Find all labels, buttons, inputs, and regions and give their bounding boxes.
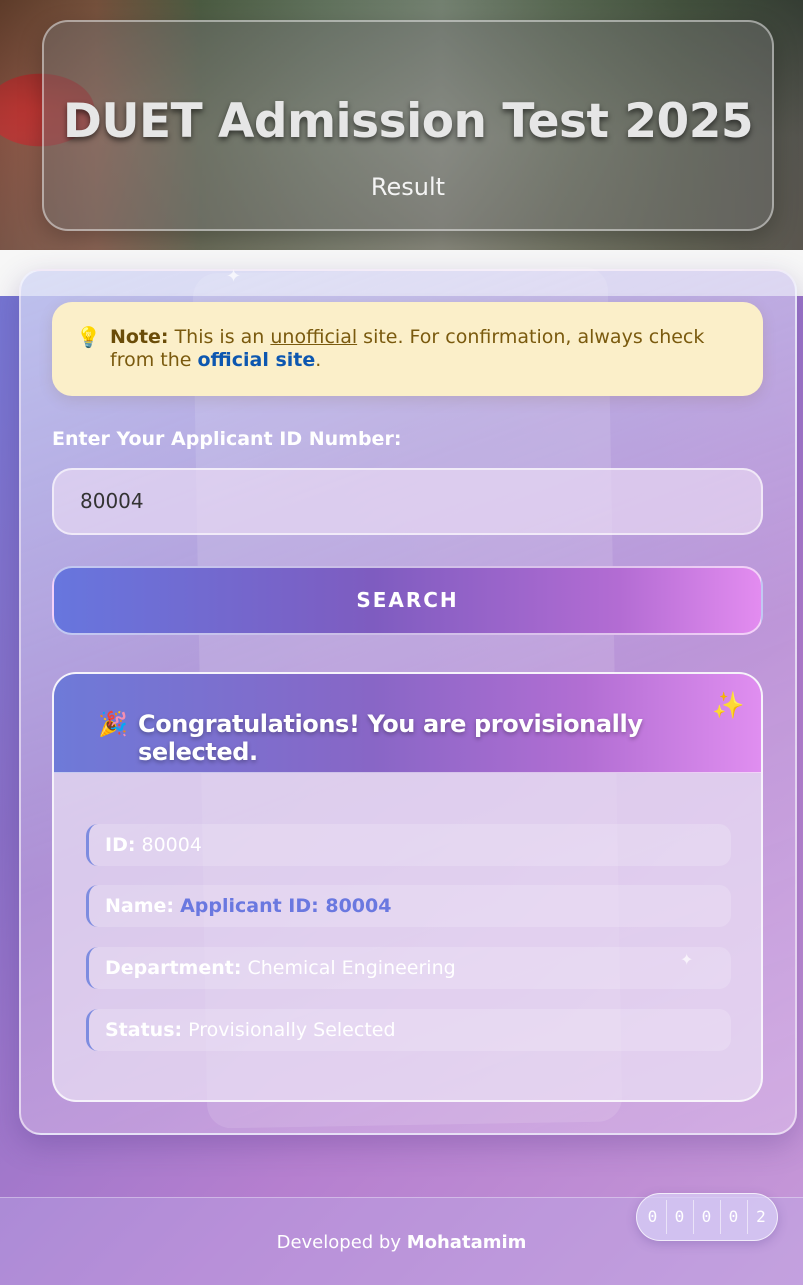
row-value: Provisionally Selected (188, 1019, 396, 1041)
note-text-end: . (315, 349, 322, 371)
counter-digit: 0 (667, 1200, 694, 1234)
visitor-counter: 0 0 0 0 2 (636, 1193, 778, 1241)
counter-digit: 0 (721, 1200, 748, 1234)
lightbulb-icon: 💡 (76, 325, 101, 349)
note-text-before: This is an (168, 326, 271, 348)
sparkles-icon: ✨ (712, 690, 745, 720)
sparkle-icon-small: ✦ (680, 952, 694, 969)
result-row-department: Department: Chemical Engineering (86, 947, 731, 989)
result-row-id: ID: 80004 (86, 824, 731, 866)
result-row-name: Name: Applicant ID: 80004 (86, 885, 731, 927)
official-site-link[interactable]: official site (197, 349, 315, 371)
result-title: Congratulations! You are provisionally s… (138, 710, 643, 766)
row-value: 80004 (141, 834, 202, 856)
counter-digit: 0 (640, 1200, 667, 1234)
counter-digit: 0 (694, 1200, 721, 1234)
party-popper-icon: 🎉 (98, 711, 128, 738)
row-key: ID: (105, 834, 136, 856)
row-value: Applicant ID: 80004 (180, 895, 392, 917)
page-subtitle: Result (370, 173, 446, 201)
unofficial-text: unofficial (270, 326, 358, 348)
note-label: Note: (110, 326, 169, 348)
result-header: 🎉 Congratulations! You are provisionally… (54, 674, 761, 773)
notice-box: 💡 Note: This is an unofficial site. For … (52, 302, 763, 396)
footer-prefix: Developed by (276, 1232, 407, 1253)
header-background-photo: DUET Admission Test 2025 Result (0, 0, 803, 250)
row-key: Status: (105, 1019, 183, 1041)
applicant-id-label: Enter Your Applicant ID Number: (52, 428, 402, 450)
page-title: DUET Admission Test 2025 (62, 94, 754, 149)
header-card: DUET Admission Test 2025 Result (42, 20, 774, 231)
row-value: Chemical Engineering (247, 957, 456, 979)
applicant-id-input[interactable]: 80004 (52, 468, 763, 535)
counter-digit: 2 (756, 1207, 766, 1226)
result-card: 🎉 Congratulations! You are provisionally… (52, 672, 763, 1102)
sparkle-icon-decor: ✦ (226, 266, 242, 286)
result-row-status: Status: Provisionally Selected (86, 1009, 731, 1051)
search-button[interactable]: SEARCH (52, 566, 763, 635)
row-key: Department: (105, 957, 242, 979)
footer-author: Mohatamim (406, 1232, 527, 1253)
row-key: Name: (105, 895, 175, 917)
